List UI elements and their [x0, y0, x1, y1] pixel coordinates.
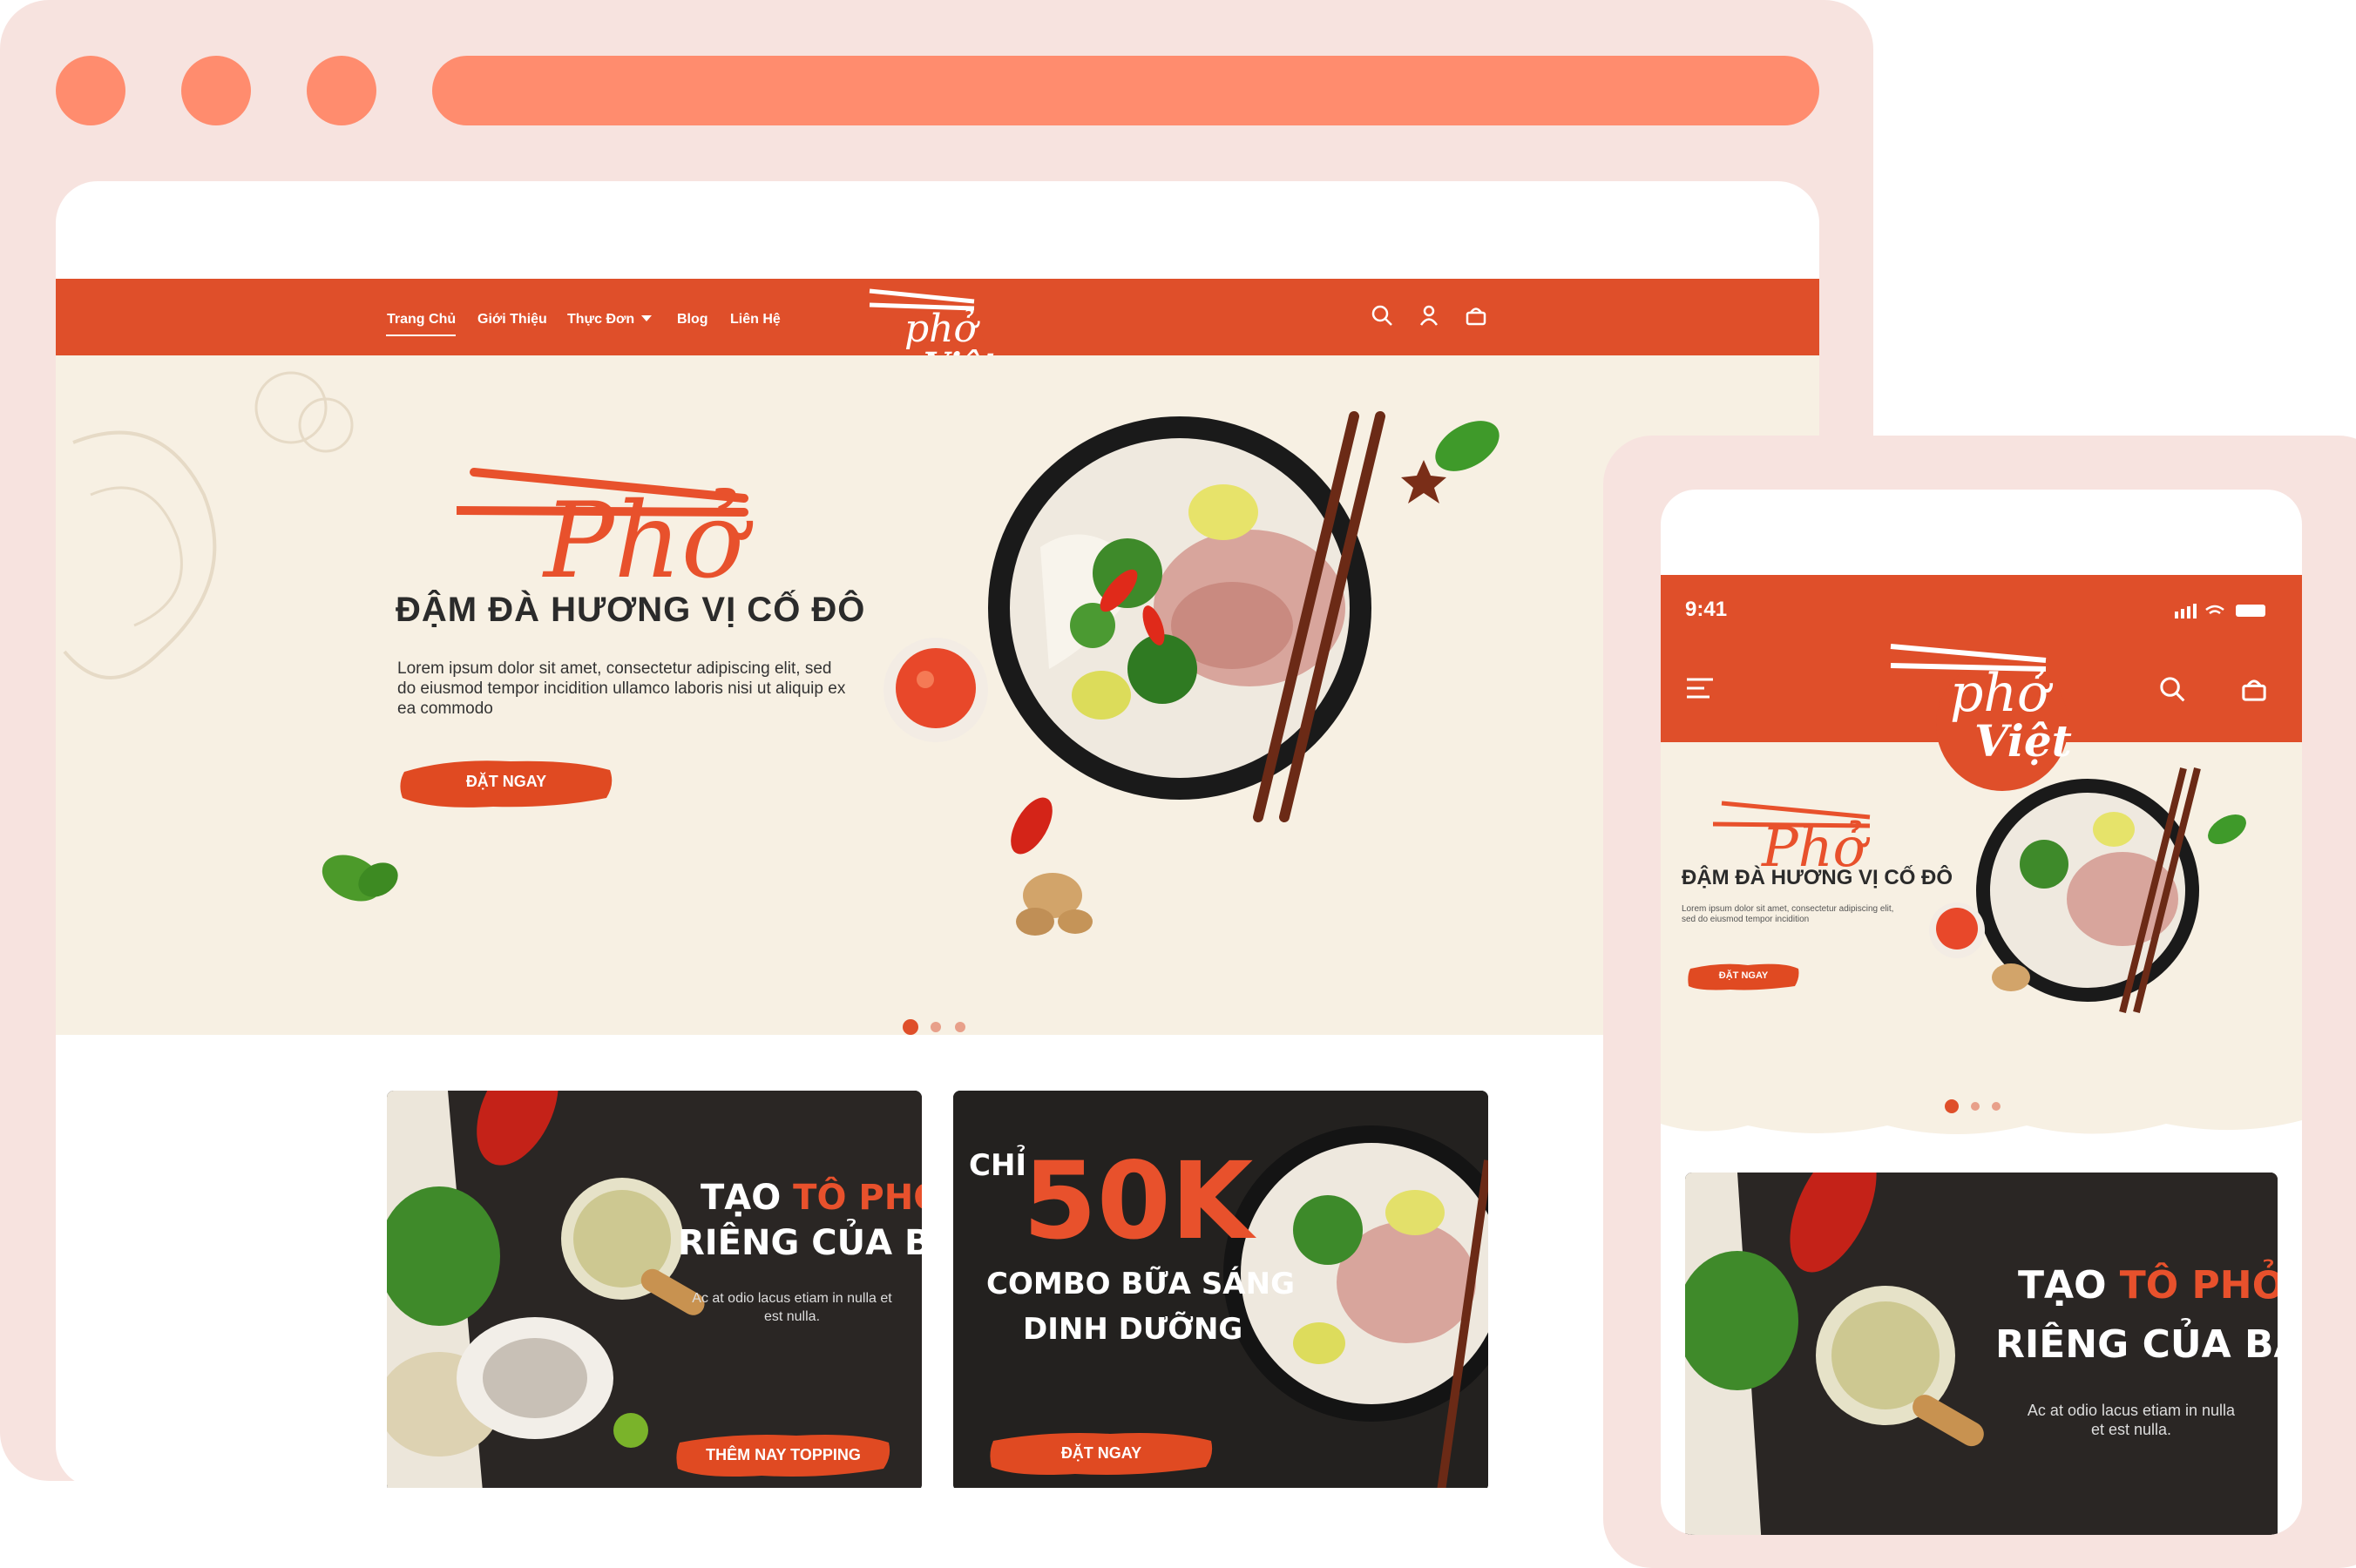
main-nav: Trang Chủ Giới Thiệu Thực Đơn Blog Liên …	[56, 279, 1819, 404]
build-your-pho-card[interactable]: TẠO TÔ PHỞ RIÊNG CỦA BẠN Ac at odio lacu…	[387, 1091, 922, 1488]
combo-price: 50K	[1023, 1139, 1254, 1263]
mobile-hero-description: Lorem ipsum dolor sit amet, consectetur …	[1682, 904, 1894, 924]
svg-text:Phở: Phở	[1761, 815, 1871, 873]
slider-dot[interactable]	[1992, 1102, 2001, 1111]
desktop-page: Trang Chủ Giới Thiệu Thực Đơn Blog Liên …	[56, 181, 1819, 1488]
mobile-hero-torn-edge	[1661, 1099, 2302, 1134]
hero-title: ĐẬM ĐÀ HƯƠNG VỊ CỐ ĐÔ	[396, 591, 866, 629]
combo-prefix: CHỈ	[969, 1148, 1027, 1183]
search-icon[interactable]	[1370, 303, 1394, 328]
slider-dot-active[interactable]	[1945, 1099, 1959, 1113]
basket-icon[interactable]	[1464, 303, 1488, 328]
mobile-hero: phở Việt Phở ĐẬM ĐÀ HƯƠNG VỊ CỐ ĐÔ Lorem…	[1661, 644, 2302, 1117]
mobile-build-your-pho-card[interactable]: TẠO TÔ PHỞ RIÊNG CỦA BẠN Ac at odio lacu…	[1685, 1173, 2278, 1535]
search-icon[interactable]	[2157, 674, 2187, 704]
hero-section: Phở ĐẬM ĐÀ HƯƠNG VỊ CỐ ĐÔ Lorem ipsum do…	[56, 355, 1819, 1035]
chili-sauce-bowl-image	[1929, 902, 1985, 958]
window-minimize-dot[interactable]	[181, 56, 251, 125]
card-title-line1: TẠO TÔ PHỞ	[2018, 1263, 2278, 1308]
nav-item-blog[interactable]: Blog	[677, 312, 708, 328]
svg-text:Phở: Phở	[542, 481, 754, 602]
card-text: Ac at odio lacus etiam in nulla et est n…	[2027, 1402, 2236, 1438]
mobile-page: 9:41 phở Việt Phở ĐẬM ĐÀ HƯƠNG VỊ CỐ ĐÔ …	[1661, 490, 2302, 1535]
card-text: Ac at odio lacus etiam in nulla et est n…	[692, 1291, 892, 1324]
status-icons	[2175, 604, 2265, 618]
nav-item-menu[interactable]: Thực Đơn	[567, 312, 634, 328]
combo-line1: COMBO BỮA SÁNG	[986, 1267, 1295, 1301]
pho-script-decoration: Phở	[457, 468, 754, 602]
herb-sketch-illustration	[254, 371, 354, 453]
address-bar[interactable]	[432, 56, 1819, 125]
nav-item-about[interactable]: Giới Thiệu	[477, 312, 547, 328]
nav-item-contact[interactable]: Liên Hệ	[730, 312, 781, 328]
card-title-line1: TẠO TÔ PHỞ	[701, 1178, 922, 1218]
nav-active-underline	[386, 335, 456, 336]
card-title-line2: RIÊNG CỦA BẠN	[1995, 1322, 2278, 1367]
status-time: 9:41	[1685, 598, 1728, 621]
mobile-order-label: ĐẶT NGAY	[1718, 970, 1769, 981]
star-anise-leaf-image	[1401, 421, 1500, 504]
breakfast-combo-card[interactable]: CHỈ 50K COMBO BỮA SÁNG DINH DƯỠNG ĐẶT NG…	[953, 1091, 1488, 1488]
window-close-dot[interactable]	[56, 56, 125, 125]
basket-icon[interactable]	[2239, 674, 2269, 704]
add-topping-label: THÊM NAY TOPPING	[706, 1446, 861, 1463]
user-icon[interactable]	[1417, 303, 1441, 328]
hero-description: Lorem ipsum dolor sit amet, consectetur …	[397, 659, 846, 718]
card-title-line2: RIÊNG CỦA BẠN	[678, 1223, 922, 1263]
combo-line2: DINH DƯỠNG	[1023, 1312, 1243, 1347]
basil-leaf-illustration	[322, 855, 398, 902]
hero-torn-edge	[56, 948, 1819, 1012]
combo-order-label: ĐẶT NGAY	[1060, 1444, 1142, 1462]
hamburger-menu-icon[interactable]	[1685, 676, 1715, 700]
window-maximize-dot[interactable]	[307, 56, 376, 125]
pho-script-decoration: Phở	[1713, 801, 1871, 873]
pho-bowl-image	[988, 411, 1385, 822]
nav-item-home[interactable]: Trang Chủ	[387, 312, 456, 328]
pho-bowl-image	[1976, 767, 2246, 1013]
mobile-hero-title: ĐẬM ĐÀ HƯƠNG VỊ CỐ ĐÔ	[1682, 866, 1953, 889]
chevron-down-icon[interactable]	[641, 315, 652, 322]
order-now-label: ĐẶT NGAY	[465, 773, 547, 790]
ginger-chili-image	[1011, 797, 1093, 936]
slider-dot[interactable]	[1971, 1102, 1980, 1111]
